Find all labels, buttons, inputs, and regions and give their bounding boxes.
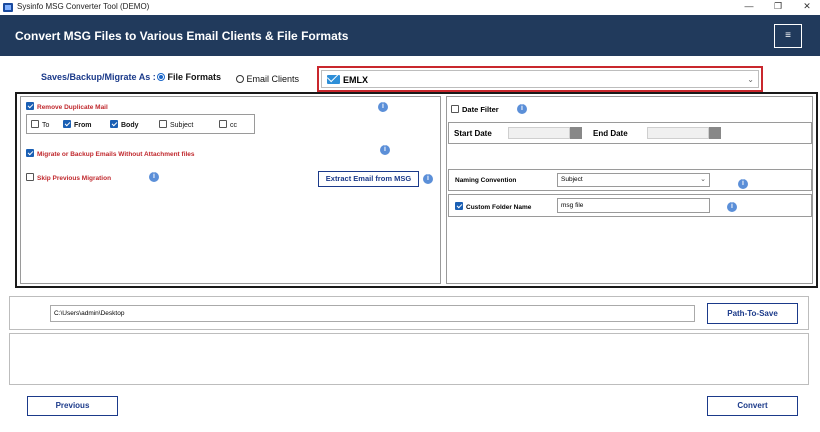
without-attachment-option[interactable]: Migrate or Backup Emails Without Attachm… [26,149,195,158]
app-icon [3,3,13,12]
custom-folder-input[interactable]: msg file [557,198,710,213]
field-to-label: To [42,122,50,129]
skip-previous-option[interactable]: Skip Previous Migration [26,173,111,182]
field-from-label: From [74,122,92,129]
email-clients-option[interactable]: Email Clients [236,74,299,84]
header-title: Convert MSG Files to Various Email Clien… [15,29,349,43]
format-select-value: EMLX [343,75,369,85]
remove-duplicate-checkbox[interactable] [26,102,34,110]
options-frame: Remove Duplicate Mail i To From Body Sub… [15,92,818,288]
app-header: Convert MSG Files to Various Email Clien… [0,15,820,56]
info-icon[interactable]: i [738,179,748,189]
maximize-icon[interactable]: ❐ [764,0,792,14]
naming-convention-label: Naming Convention [455,177,517,184]
close-icon[interactable]: ✕ [793,0,820,14]
field-from-checkbox[interactable] [63,120,71,128]
field-cc-checkbox[interactable] [219,120,227,128]
file-formats-radio[interactable] [157,73,165,81]
saves-as-label: Saves/Backup/Migrate As : [41,72,156,82]
field-to-checkbox[interactable] [31,120,39,128]
field-from-option[interactable]: From [63,120,92,129]
extract-email-button[interactable]: Extract Email from MSG [318,171,419,187]
mail-icon [327,75,340,84]
end-date-field[interactable] [647,127,709,139]
custom-folder-group: Custom Folder Name msg file [448,194,812,217]
skip-previous-checkbox[interactable] [26,173,34,181]
field-subject-label: Subject [170,122,194,129]
naming-convention-select[interactable]: Subject ⌄ [557,173,710,187]
date-filter-checkbox[interactable] [451,105,459,113]
calendar-icon[interactable] [570,127,582,139]
right-options-panel: Date Filter i Start Date End Date Naming… [446,96,813,284]
save-path-value: C:\Users\admin\Desktop [54,310,125,317]
title-bar: Sysinfo MSG Converter Tool (DEMO) — ❐ ✕ [0,0,820,15]
save-path-input[interactable]: C:\Users\admin\Desktop [50,305,695,322]
remove-duplicate-option[interactable]: Remove Duplicate Mail [26,102,108,111]
field-cc-option[interactable]: cc [219,120,237,129]
info-icon[interactable]: i [380,145,390,155]
duplicate-fields-group: To From Body Subject cc [26,114,255,134]
file-formats-option[interactable]: File Formats [157,72,221,82]
remove-duplicate-label: Remove Duplicate Mail [37,104,108,111]
field-subject-checkbox[interactable] [159,120,167,128]
field-body-checkbox[interactable] [110,120,118,128]
convert-button[interactable]: Convert [707,396,798,416]
format-select-box[interactable]: EMLX ⌄ [321,70,759,88]
previous-button[interactable]: Previous [27,396,118,416]
info-icon[interactable]: i [378,102,388,112]
custom-folder-label: Custom Folder Name [466,204,532,211]
info-icon[interactable]: i [727,202,737,212]
naming-convention-group: Naming Convention Subject ⌄ [448,169,812,191]
custom-folder-value: msg file [561,202,584,209]
field-cc-label: cc [230,122,237,129]
chevron-down-icon[interactable]: ⌄ [700,175,706,183]
format-select[interactable]: EMLX ⌄ [317,66,763,92]
hamburger-menu-icon[interactable]: ≡ [774,24,802,48]
naming-convention-value: Subject [561,176,583,183]
email-clients-radio[interactable] [236,75,244,83]
field-body-option[interactable]: Body [110,120,139,129]
date-filter-option[interactable]: Date Filter [451,105,499,114]
skip-previous-label: Skip Previous Migration [37,175,112,182]
path-to-save-button[interactable]: Path-To-Save [707,303,798,324]
left-options-panel: Remove Duplicate Mail i To From Body Sub… [20,96,441,284]
date-range-group: Start Date End Date [448,122,812,144]
field-to-option[interactable]: To [31,120,49,129]
info-icon[interactable]: i [423,174,433,184]
custom-folder-option[interactable]: Custom Folder Name [455,202,531,211]
field-subject-option[interactable]: Subject [159,120,193,129]
calendar-icon[interactable] [709,127,721,139]
window-title: Sysinfo MSG Converter Tool (DEMO) [17,2,150,11]
save-path-group: C:\Users\admin\Desktop Path-To-Save [9,296,809,330]
info-icon[interactable]: i [517,104,527,114]
start-date-label: Start Date [454,129,492,138]
without-attachment-checkbox[interactable] [26,149,34,157]
chevron-down-icon[interactable]: ⌄ [747,75,754,84]
without-attachment-label: Migrate or Backup Emails Without Attachm… [37,151,195,158]
info-icon[interactable]: i [149,172,159,182]
date-filter-label: Date Filter [462,105,499,114]
start-date-field[interactable] [508,127,570,139]
field-body-label: Body [121,122,139,129]
log-area [9,333,809,385]
file-formats-label: File Formats [167,72,222,82]
minimize-icon[interactable]: — [735,0,763,14]
email-clients-label: Email Clients [246,74,300,84]
end-date-label: End Date [593,129,628,138]
custom-folder-checkbox[interactable] [455,202,463,210]
